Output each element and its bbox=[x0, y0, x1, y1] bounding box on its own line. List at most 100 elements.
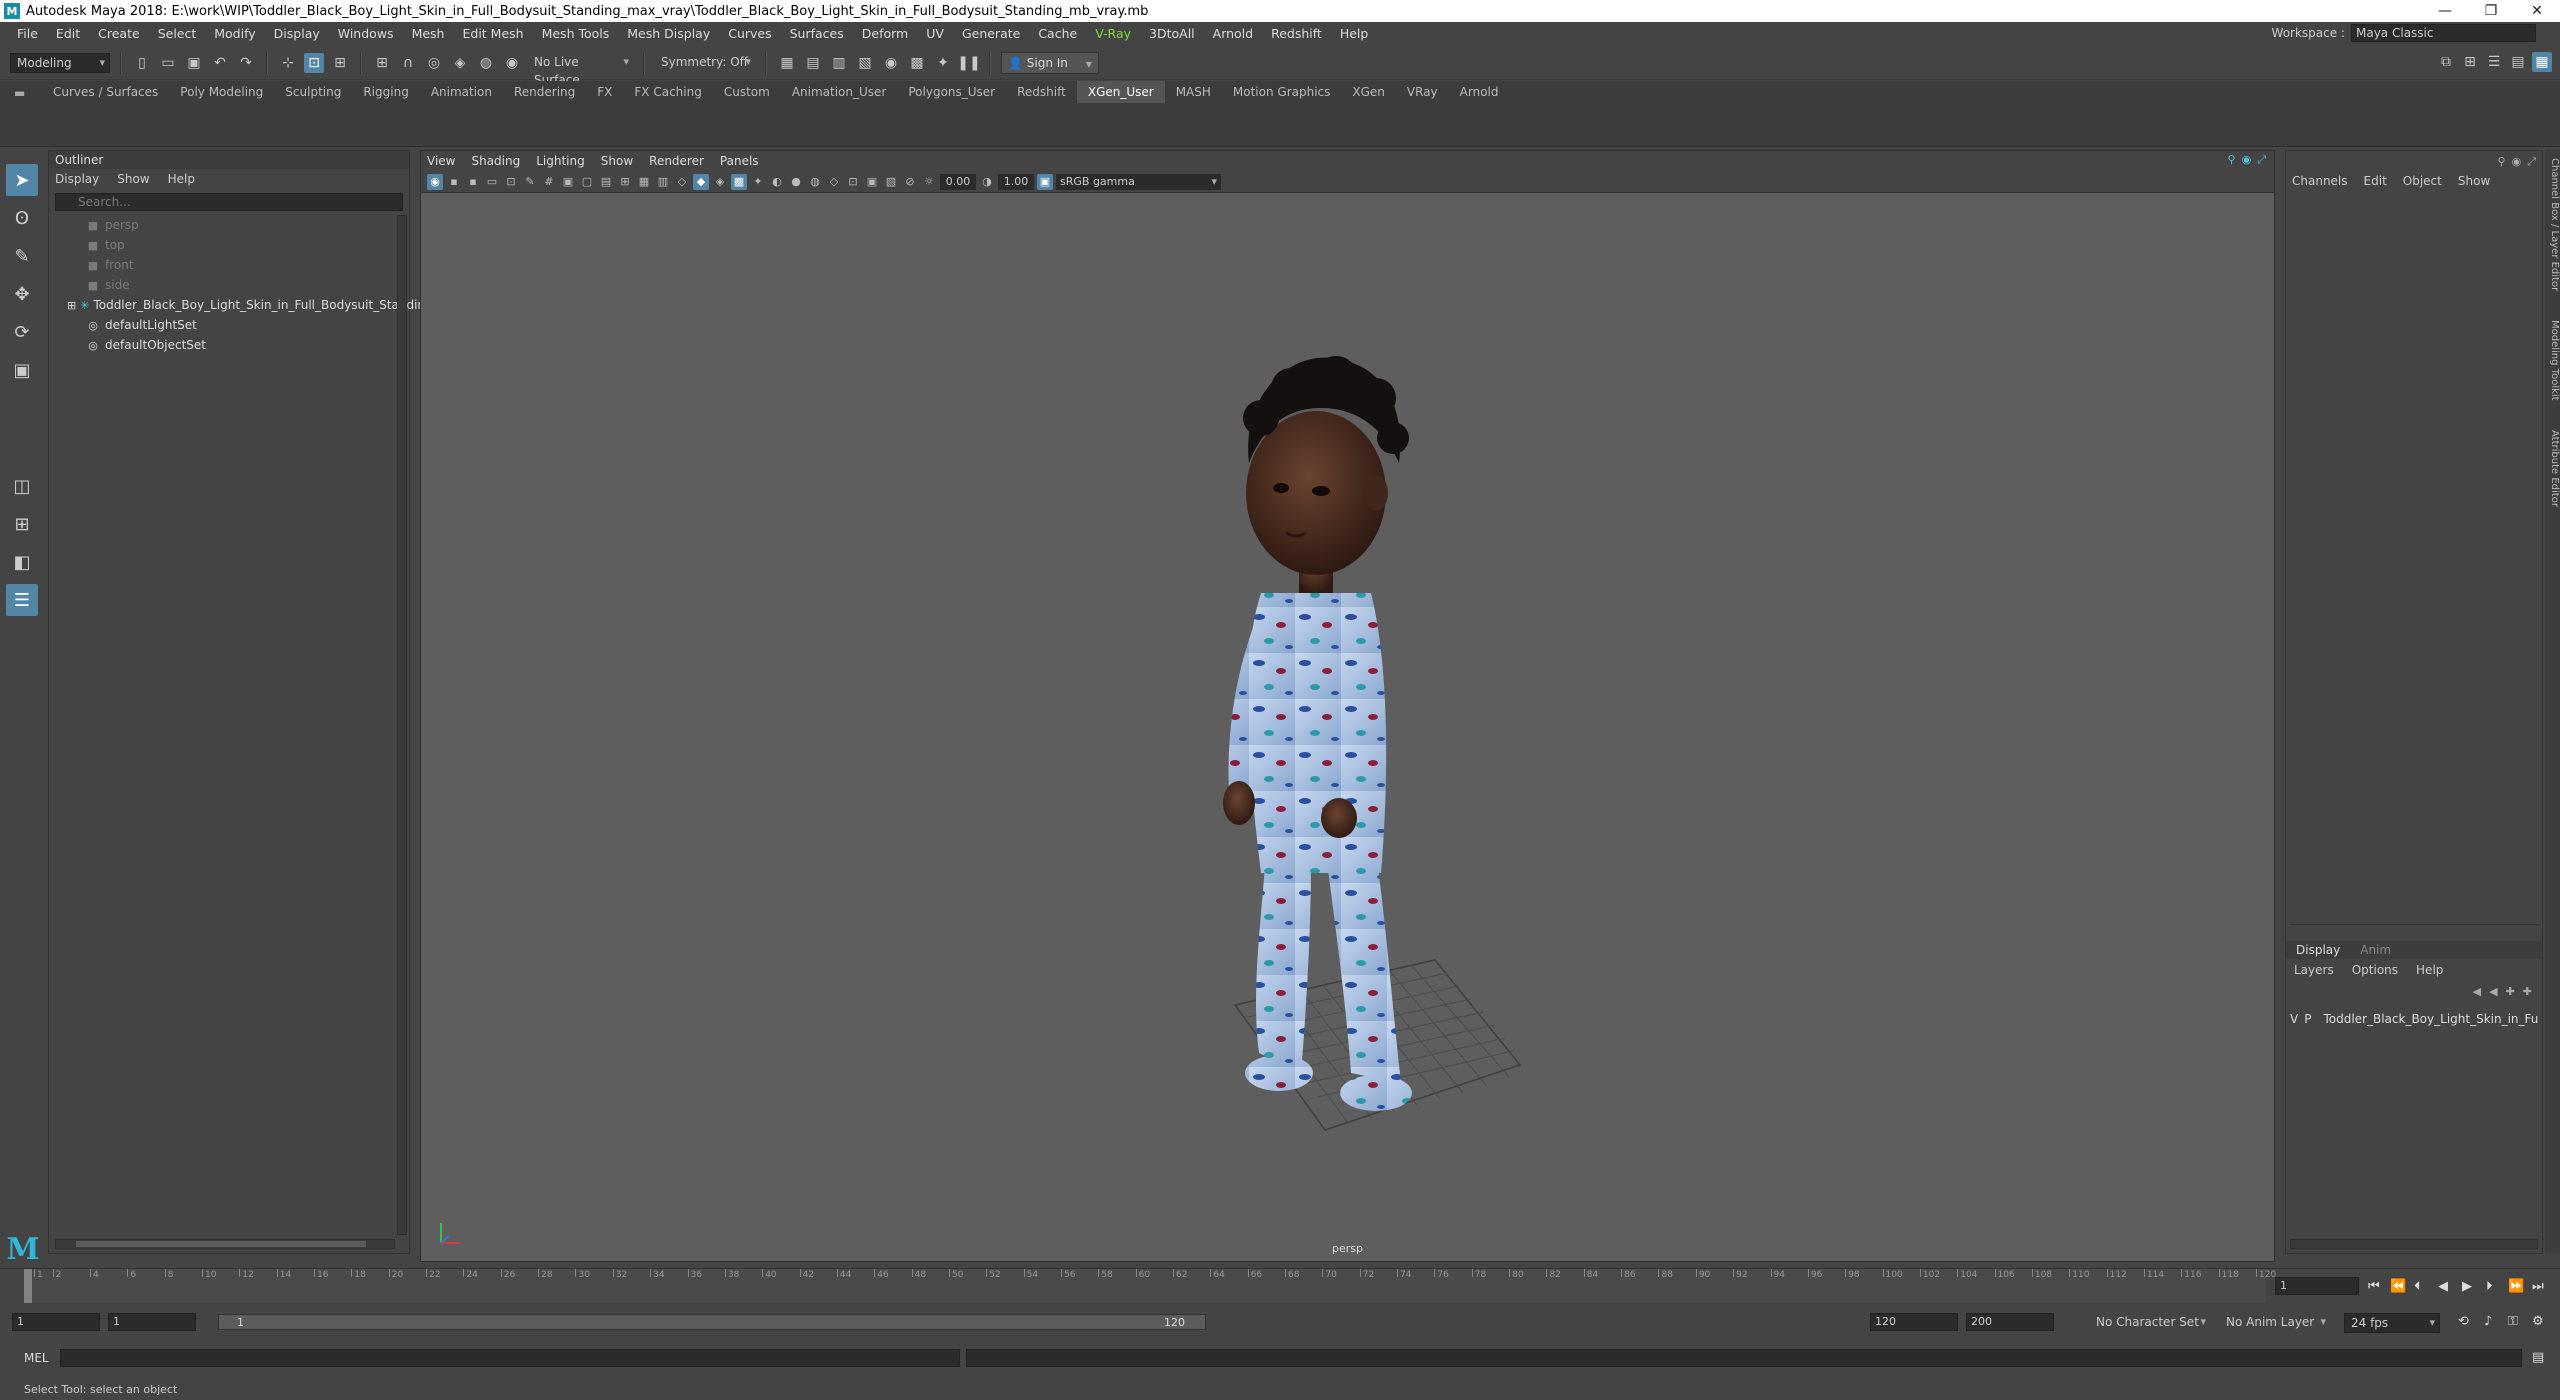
lasso-tool-icon[interactable]: ʘ bbox=[6, 202, 38, 234]
menu-modify[interactable]: Modify bbox=[205, 26, 264, 41]
pause-viewport-icon[interactable]: ❚❚ bbox=[957, 53, 980, 73]
single-perspective-layout-icon[interactable]: ◫ bbox=[6, 470, 38, 502]
outliner-item-toddler[interactable]: ⊞ ✳ Toddler_Black_Boy_Light_Skin_in_Full… bbox=[49, 295, 433, 315]
snap-live-icon[interactable]: ◉ bbox=[502, 53, 522, 73]
expand-panel-icon[interactable]: ⤢ bbox=[2257, 153, 2266, 167]
outliner-item-side[interactable]: ■ side bbox=[49, 275, 389, 295]
outliner-item-persp[interactable]: ■ persp bbox=[49, 215, 389, 235]
time-slider[interactable]: 1 2 4 6 8 10 12 14 16 18 20 22 24 26 28 30 32 34 36 38 40 42 4… bbox=[0, 1268, 2560, 1308]
layer-playback-toggle[interactable]: P bbox=[2304, 1012, 2311, 1026]
layer-visibility-toggle[interactable]: V bbox=[2290, 1012, 2298, 1026]
layer-menu-layers[interactable]: Layers bbox=[2294, 961, 2334, 979]
pin-icon[interactable]: ⚲ bbox=[2228, 153, 2236, 167]
play-forwards-icon[interactable]: ▶ bbox=[2462, 1279, 2472, 1294]
outliner-search-input[interactable]: Search... bbox=[55, 193, 403, 211]
shelf-tab-animation-user[interactable]: Animation_User bbox=[781, 81, 898, 103]
menu-create[interactable]: Create bbox=[89, 26, 149, 41]
menu-redshift[interactable]: Redshift bbox=[1262, 26, 1331, 41]
render-settings-icon[interactable]: ▧ bbox=[855, 53, 875, 73]
snap-grid-icon[interactable]: ⊞ bbox=[372, 53, 392, 73]
safe-title-icon[interactable]: ▥ bbox=[655, 174, 671, 190]
shelf-tab-rigging[interactable]: Rigging bbox=[352, 81, 419, 103]
key-icon[interactable]: ⚲ bbox=[2498, 155, 2506, 169]
step-back-frame-icon[interactable]: ⏴ bbox=[2414, 1279, 2421, 1294]
float-icon[interactable]: ⤢ bbox=[2527, 155, 2536, 169]
outliner-vertical-scrollbar[interactable] bbox=[397, 215, 407, 1235]
minimize-button[interactable]: — bbox=[2422, 3, 2468, 19]
save-scene-icon[interactable]: ▣ bbox=[184, 53, 204, 73]
menuset-dropdown[interactable]: Modeling bbox=[10, 52, 110, 73]
channel-box-toggle-icon[interactable]: ▦ bbox=[2532, 52, 2552, 72]
camera-lock-icon[interactable]: ◉ bbox=[2242, 153, 2252, 167]
live-surface-field[interactable]: No Live Surface bbox=[528, 53, 633, 87]
move-layer-down-icon[interactable]: ◀ bbox=[2489, 985, 2497, 998]
redo-icon[interactable]: ↷ bbox=[236, 53, 256, 73]
play-backwards-icon[interactable]: ◀ bbox=[2438, 1279, 2448, 1294]
anti-aliasing-icon[interactable]: ◇ bbox=[826, 174, 842, 190]
resolution-gate-icon[interactable]: ▢ bbox=[579, 174, 595, 190]
snap-curve-icon[interactable]: ∩ bbox=[398, 53, 418, 73]
grid-icon[interactable]: # bbox=[541, 174, 557, 190]
undo-icon[interactable]: ↶ bbox=[210, 53, 230, 73]
menu-display[interactable]: Display bbox=[265, 26, 329, 41]
xray-icon[interactable]: ▣ bbox=[864, 174, 880, 190]
grease-pencil-icon[interactable]: ✎ bbox=[522, 174, 538, 190]
2d-pan-zoom-icon[interactable]: ⊡ bbox=[503, 174, 519, 190]
xray-joints-icon[interactable]: ▧ bbox=[883, 174, 899, 190]
menu-mesh-tools[interactable]: Mesh Tools bbox=[533, 26, 619, 41]
character-set-dropdown[interactable]: No Character Set bbox=[2090, 1313, 2210, 1333]
loop-icon[interactable]: ⟲ bbox=[2458, 1314, 2469, 1329]
menu-uv[interactable]: UV bbox=[917, 26, 953, 41]
animation-start-field[interactable]: 1 bbox=[12, 1313, 100, 1331]
menu-arnold[interactable]: Arnold bbox=[1204, 26, 1262, 41]
menu-mesh-display[interactable]: Mesh Display bbox=[618, 26, 719, 41]
view-transform-dropdown[interactable]: sRGB gamma bbox=[1056, 173, 1221, 190]
modeling-toolkit-toggle-icon[interactable]: ⧉ bbox=[2436, 52, 2456, 72]
outliner-toggle-icon[interactable]: ▤ bbox=[2508, 52, 2528, 72]
paint-select-tool-icon[interactable]: ✎ bbox=[6, 240, 38, 272]
menu-windows[interactable]: Windows bbox=[329, 26, 403, 41]
channel-box-menu-object[interactable]: Object bbox=[2403, 174, 2442, 188]
color-management-icon[interactable]: ▣ bbox=[1037, 173, 1053, 190]
scale-tool-icon[interactable]: ▣ bbox=[6, 354, 38, 386]
use-all-lights-icon[interactable]: ✦ bbox=[750, 174, 766, 190]
new-layer-from-selected-icon[interactable]: ✚ bbox=[2523, 985, 2532, 998]
smooth-shade-icon[interactable]: ◆ bbox=[693, 173, 709, 190]
step-forward-key-icon[interactable]: ⏩ bbox=[2508, 1279, 2524, 1294]
camera-attributes-icon[interactable]: ▪ bbox=[446, 174, 462, 190]
render-view-icon[interactable]: ▦ bbox=[777, 53, 797, 73]
shadows-icon[interactable]: ◐ bbox=[769, 174, 785, 190]
shelf-tab-poly-modeling[interactable]: Poly Modeling bbox=[169, 81, 274, 103]
menu-file[interactable]: File bbox=[8, 26, 47, 41]
ambient-occlusion-icon[interactable]: ● bbox=[788, 174, 804, 190]
snap-view-icon[interactable]: ◈ bbox=[450, 53, 470, 73]
shelf-tab-redshift[interactable]: Redshift bbox=[1006, 81, 1077, 103]
open-scene-icon[interactable]: ▭ bbox=[158, 53, 178, 73]
move-tool-icon[interactable]: ✥ bbox=[6, 278, 38, 310]
layer-tab-display[interactable]: Display bbox=[2296, 941, 2340, 959]
select-tool-icon[interactable]: ➤ bbox=[6, 164, 38, 196]
expand-icon[interactable]: ⊞ bbox=[67, 299, 76, 312]
shelf-tab-motion-graphics[interactable]: Motion Graphics bbox=[1222, 81, 1342, 103]
step-back-key-icon[interactable]: ⏪ bbox=[2390, 1279, 2406, 1294]
restore-button[interactable]: ❐ bbox=[2468, 3, 2514, 19]
move-layer-up-icon[interactable]: ◀ bbox=[2473, 985, 2481, 998]
shelf-tab-arnold[interactable]: Arnold bbox=[1449, 81, 1510, 103]
time-slider-track[interactable]: 1 2 4 6 8 10 12 14 16 18 20 22 24 26 28 30 32 34 36 38 40 42 4… bbox=[24, 1269, 2276, 1303]
safe-action-icon[interactable]: ▦ bbox=[636, 174, 652, 190]
range-slider-bar[interactable]: 1 120 bbox=[218, 1314, 1206, 1330]
shelf-tab-custom[interactable]: Custom bbox=[713, 81, 781, 103]
motion-blur-icon[interactable]: ◍ bbox=[807, 174, 823, 190]
side-tab-attribute-editor[interactable]: Attribute Editor bbox=[2545, 430, 2560, 507]
go-to-end-icon[interactable]: ⏭ bbox=[2532, 1279, 2544, 1294]
anim-layer-dropdown[interactable]: No Anim Layer bbox=[2220, 1313, 2330, 1333]
command-input[interactable] bbox=[60, 1349, 960, 1367]
outliner-layout-icon[interactable]: ☰ bbox=[6, 584, 38, 616]
tool-settings-toggle-icon[interactable]: ☰ bbox=[2484, 52, 2504, 72]
shelf-tab-xgen-user[interactable]: XGen_User bbox=[1076, 81, 1165, 103]
go-to-start-icon[interactable]: ⏮ bbox=[2368, 1279, 2380, 1294]
sign-in-button[interactable]: 👤 Sign In bbox=[1001, 51, 1099, 74]
menu-select[interactable]: Select bbox=[149, 26, 206, 41]
viewport-menu-panels[interactable]: Panels bbox=[720, 154, 759, 168]
sound-icon[interactable]: ♪ bbox=[2484, 1314, 2492, 1329]
